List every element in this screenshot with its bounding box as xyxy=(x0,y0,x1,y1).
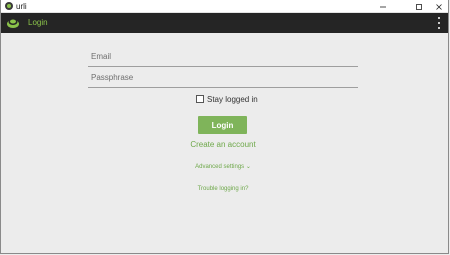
email-field[interactable] xyxy=(88,47,358,67)
minimize-button[interactable] xyxy=(372,0,394,13)
minimize-icon xyxy=(380,6,386,7)
title-bar: urli xyxy=(1,0,448,13)
stay-logged-in-checkbox[interactable]: Stay logged in xyxy=(196,94,258,104)
trouble-logging-in-link[interactable]: Trouble logging in? xyxy=(181,186,265,192)
maximize-icon xyxy=(416,3,422,10)
logo-icon xyxy=(7,19,19,28)
checkbox-icon[interactable] xyxy=(196,95,204,103)
close-button[interactable] xyxy=(428,0,450,13)
more-vert-icon[interactable] xyxy=(436,17,442,29)
app-window: urli Login Email Stay logged in Login Cr… xyxy=(0,0,449,254)
create-account-link[interactable]: Create an account xyxy=(181,140,265,149)
page-title: Login xyxy=(28,18,48,27)
app-icon xyxy=(5,2,13,10)
passphrase-field[interactable] xyxy=(88,68,358,88)
advanced-settings-link[interactable]: Advanced settings ⌄ xyxy=(181,163,265,170)
stay-logged-in-label: Stay logged in xyxy=(207,94,258,104)
maximize-button[interactable] xyxy=(408,0,430,13)
app-bar: Login xyxy=(1,13,448,33)
close-icon xyxy=(436,3,442,10)
login-button[interactable]: Login xyxy=(198,116,247,134)
window-title: urli xyxy=(16,2,27,11)
